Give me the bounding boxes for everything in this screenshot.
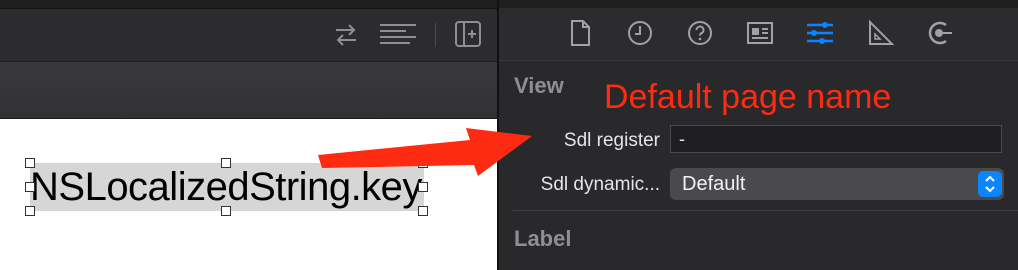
annotation-arrow-icon bbox=[318, 128, 532, 176]
